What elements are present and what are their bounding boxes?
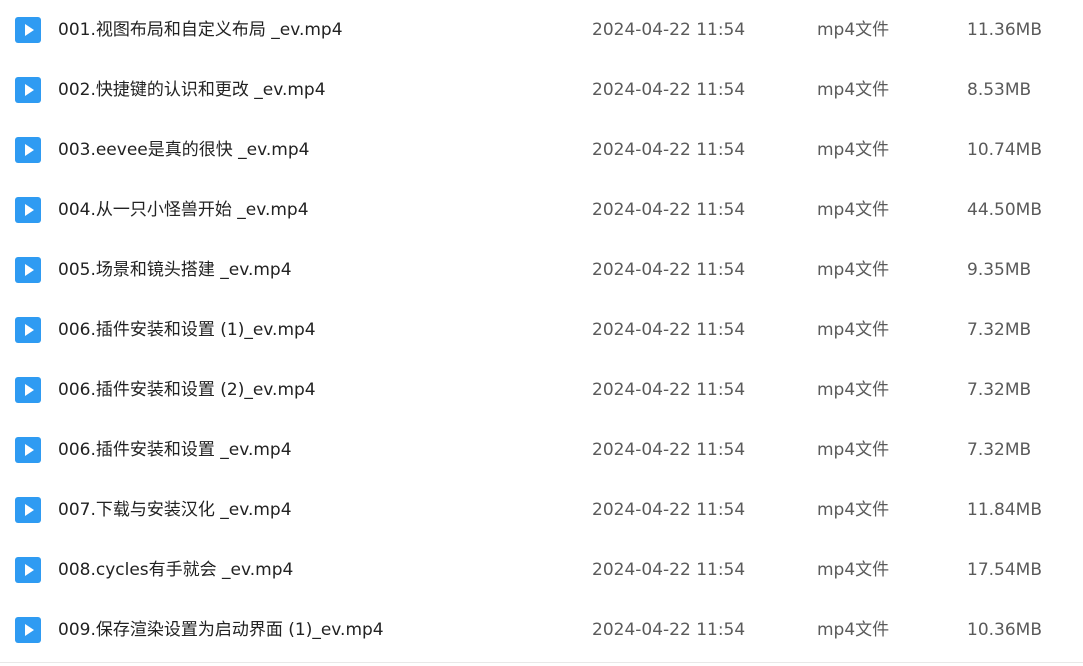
file-name[interactable]: 006.插件安装和设置 _ev.mp4 <box>58 420 292 480</box>
file-name[interactable]: 004.从一只小怪兽开始 _ev.mp4 <box>58 180 309 240</box>
file-row[interactable]: 008.cycles有手就会 _ev.mp4 2024-04-22 11:54 … <box>0 540 1083 600</box>
file-type: mp4文件 <box>817 440 890 460</box>
video-file-icon <box>15 317 41 343</box>
file-type: mp4文件 <box>817 200 890 220</box>
file-type: mp4文件 <box>817 140 890 160</box>
file-row[interactable]: 009.保存渲染设置为启动界面 (1)_ev.mp4 2024-04-22 11… <box>0 600 1083 660</box>
file-modified-date: 2024-04-22 11:54 <box>592 560 746 580</box>
file-row[interactable]: 001.视图布局和自定义布局 _ev.mp4 2024-04-22 11:54 … <box>0 0 1083 60</box>
file-size: 10.36MB <box>967 620 1042 640</box>
file-name[interactable]: 001.视图布局和自定义布局 _ev.mp4 <box>58 0 343 60</box>
file-type: mp4文件 <box>817 560 890 580</box>
video-file-icon <box>15 77 41 103</box>
file-size: 11.36MB <box>967 20 1042 40</box>
file-name[interactable]: 006.插件安装和设置 (1)_ev.mp4 <box>58 300 316 360</box>
file-row[interactable]: 006.插件安装和设置 _ev.mp4 2024-04-22 11:54 mp4… <box>0 420 1083 480</box>
file-name[interactable]: 008.cycles有手就会 _ev.mp4 <box>58 540 293 600</box>
file-size: 17.54MB <box>967 560 1042 580</box>
file-modified-date: 2024-04-22 11:54 <box>592 440 746 460</box>
file-modified-date: 2024-04-22 11:54 <box>592 380 746 400</box>
video-file-icon <box>15 17 41 43</box>
file-row[interactable]: 007.下载与安装汉化 _ev.mp4 2024-04-22 11:54 mp4… <box>0 480 1083 540</box>
file-type: mp4文件 <box>817 620 890 640</box>
file-row[interactable]: 004.从一只小怪兽开始 _ev.mp4 2024-04-22 11:54 mp… <box>0 180 1083 240</box>
file-list: 001.视图布局和自定义布局 _ev.mp4 2024-04-22 11:54 … <box>0 0 1083 666</box>
file-size: 11.84MB <box>967 500 1042 520</box>
video-file-icon <box>15 497 41 523</box>
file-size: 9.35MB <box>967 260 1032 280</box>
video-file-icon <box>15 617 41 643</box>
file-size: 7.32MB <box>967 320 1032 340</box>
file-row[interactable]: 006.插件安装和设置 (2)_ev.mp4 2024-04-22 11:54 … <box>0 360 1083 420</box>
file-name[interactable]: 003.eevee是真的很快 _ev.mp4 <box>58 120 309 180</box>
file-type: mp4文件 <box>817 260 890 280</box>
file-name[interactable]: 009.保存渲染设置为启动界面 (1)_ev.mp4 <box>58 600 384 660</box>
file-row[interactable]: 005.场景和镜头搭建 _ev.mp4 2024-04-22 11:54 mp4… <box>0 240 1083 300</box>
video-file-icon <box>15 437 41 463</box>
file-type: mp4文件 <box>817 320 890 340</box>
file-modified-date: 2024-04-22 11:54 <box>592 140 746 160</box>
file-row[interactable]: 003.eevee是真的很快 _ev.mp4 2024-04-22 11:54 … <box>0 120 1083 180</box>
file-modified-date: 2024-04-22 11:54 <box>592 200 746 220</box>
video-file-icon <box>15 557 41 583</box>
file-name[interactable]: 007.下载与安装汉化 _ev.mp4 <box>58 480 292 540</box>
file-type: mp4文件 <box>817 20 890 40</box>
list-divider <box>0 662 1083 663</box>
file-size: 44.50MB <box>967 200 1042 220</box>
file-modified-date: 2024-04-22 11:54 <box>592 20 746 40</box>
file-modified-date: 2024-04-22 11:54 <box>592 620 746 640</box>
video-file-icon <box>15 137 41 163</box>
file-size: 7.32MB <box>967 380 1032 400</box>
file-name[interactable]: 006.插件安装和设置 (2)_ev.mp4 <box>58 360 316 420</box>
file-modified-date: 2024-04-22 11:54 <box>592 500 746 520</box>
file-type: mp4文件 <box>817 80 890 100</box>
file-modified-date: 2024-04-22 11:54 <box>592 80 746 100</box>
video-file-icon <box>15 377 41 403</box>
file-type: mp4文件 <box>817 380 890 400</box>
file-row[interactable]: 002.快捷键的认识和更改 _ev.mp4 2024-04-22 11:54 m… <box>0 60 1083 120</box>
file-size: 7.32MB <box>967 440 1032 460</box>
file-size: 10.74MB <box>967 140 1042 160</box>
file-type: mp4文件 <box>817 500 890 520</box>
file-name[interactable]: 002.快捷键的认识和更改 _ev.mp4 <box>58 60 326 120</box>
file-name[interactable]: 005.场景和镜头搭建 _ev.mp4 <box>58 240 292 300</box>
video-file-icon <box>15 257 41 283</box>
video-file-icon <box>15 197 41 223</box>
file-modified-date: 2024-04-22 11:54 <box>592 260 746 280</box>
file-modified-date: 2024-04-22 11:54 <box>592 320 746 340</box>
file-size: 8.53MB <box>967 80 1032 100</box>
file-row[interactable]: 006.插件安装和设置 (1)_ev.mp4 2024-04-22 11:54 … <box>0 300 1083 360</box>
